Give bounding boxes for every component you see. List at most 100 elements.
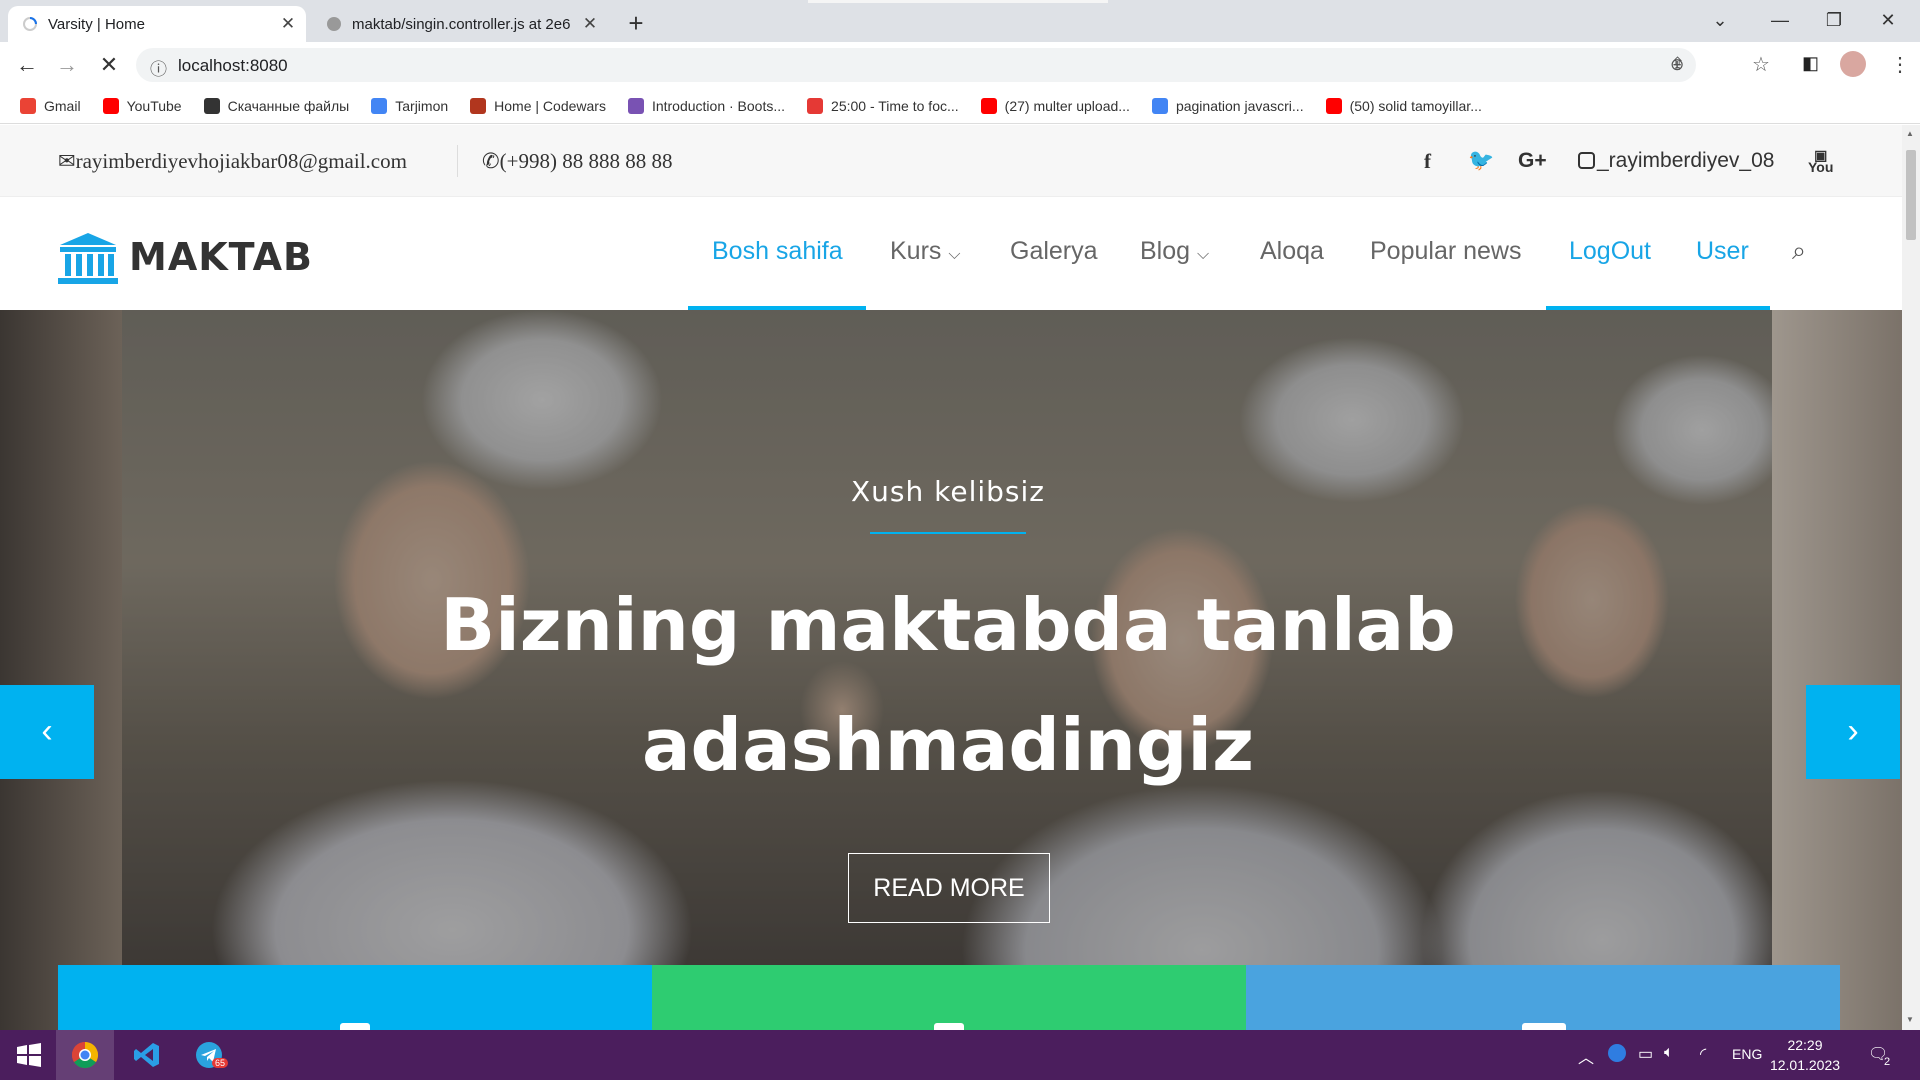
tray-app-icon[interactable] [1608, 1044, 1626, 1062]
close-tab-icon[interactable]: ✕ [276, 14, 300, 34]
nav-kurs-label: Kurs [890, 237, 942, 265]
bookmark-item[interactable]: Introduction · Boots... [627, 97, 786, 114]
bookmark-item[interactable]: 25:00 - Time to foc... [807, 97, 959, 114]
nav-blog[interactable]: Blog ⌵ [1140, 237, 1209, 266]
youtube-icon[interactable]: ▣ You [1808, 148, 1833, 174]
taskbar-chrome[interactable] [56, 1030, 114, 1080]
email-contact[interactable]: ✉rayimberdiyevhojiakbar08@gmail.com [58, 149, 407, 174]
scroll-down-arrow[interactable]: ▼ [1906, 1015, 1914, 1024]
info-icon[interactable]: ⓘ [150, 55, 167, 80]
hero-title: Bizning maktabda tanlab adashmadingiz [440, 583, 1456, 787]
feature-box-1[interactable] [58, 965, 652, 1030]
email-text: rayimberdiyevhojiakbar08@gmail.com [75, 149, 407, 173]
bookmark-item[interactable]: Скачанные файлы [203, 97, 350, 114]
tab-varsity-home[interactable]: Varsity | Home ✕ [8, 6, 306, 42]
nav-user[interactable]: User [1696, 237, 1749, 266]
envelope-icon: ✉ [58, 149, 76, 173]
twitter-icon[interactable]: 🐦 [1468, 149, 1494, 173]
bookmark-item[interactable]: Tarjimon [371, 97, 449, 114]
clock-time: 22:29 [1787, 1037, 1823, 1053]
facebook-icon[interactable]: f [1424, 149, 1431, 174]
profile-avatar[interactable] [1840, 51, 1866, 77]
tab-title: maktab/singin.controller.js at 2e6 [352, 15, 571, 33]
volume-icon[interactable]: 🔈︎ [1664, 1044, 1674, 1062]
new-tab-button[interactable]: + [620, 8, 652, 40]
tray-overflow-icon[interactable]: ︿ [1578, 1044, 1594, 1068]
battery-icon[interactable]: ▭ [1638, 1044, 1653, 1064]
prev-slide-preview [0, 310, 122, 1030]
url-text[interactable]: localhost:8080 [178, 56, 288, 76]
instagram-link[interactable]: _rayimberdiyev_08 [1578, 149, 1774, 173]
nav-logout[interactable]: LogOut [1569, 237, 1651, 266]
nav-kurs[interactable]: Kurs ⌵ [890, 237, 961, 266]
close-tab-icon[interactable]: ✕ [578, 14, 602, 34]
close-window-button[interactable]: ✕ [1860, 0, 1916, 40]
bookmark-star-icon[interactable]: ☆ [1752, 52, 1770, 77]
gmail-icon [20, 97, 36, 114]
feature-icon [1522, 1023, 1566, 1030]
nav-galerya[interactable]: Galerya [1010, 237, 1098, 266]
side-panel-icon[interactable]: ◧ [1802, 53, 1819, 74]
bookmark-item[interactable]: pagination javascri... [1151, 97, 1304, 114]
restore-button[interactable]: ❐ [1806, 0, 1862, 40]
system-clock[interactable]: 22:29 12.01.2023 [1765, 1035, 1845, 1075]
feature-icon [934, 1023, 964, 1030]
phone-contact[interactable]: ✆(+998) 88 888 88 88 [482, 149, 672, 174]
language-indicator[interactable]: ENG [1732, 1046, 1762, 1062]
nav-bosh-sahifa[interactable]: Bosh sahifa [712, 237, 843, 266]
address-bar[interactable]: ⓘ localhost:8080 ⊕ [136, 48, 1696, 82]
hero-subtitle: Xush kelibsiz [850, 475, 1045, 508]
feature-box-3[interactable] [1246, 965, 1840, 1030]
feature-box-2[interactable] [652, 965, 1246, 1030]
scrollbar-thumb[interactable] [1906, 150, 1916, 240]
google-plus-icon[interactable]: G+ [1518, 149, 1547, 173]
minimize-button[interactable]: — [1752, 0, 1808, 40]
translate-icon [371, 97, 388, 114]
browser-menu-icon[interactable]: ⋮ [1890, 52, 1910, 77]
site-logo[interactable]: MAKTAB [129, 235, 313, 279]
bookmark-item[interactable]: (27) multer upload... [980, 97, 1130, 114]
stop-loading-button[interactable]: ✕ [94, 50, 124, 80]
taskbar-telegram[interactable]: 65 [180, 1030, 238, 1080]
bookmark-item[interactable]: (50) solid tamoyillar... [1325, 97, 1482, 114]
windows-taskbar: 65 ︿ ▭ 🔈︎ ◜ ENG 22:29 12.01.2023 🗨︎ 2 [0, 1030, 1920, 1080]
prev-slide-button[interactable]: ‹ [0, 685, 94, 779]
scroll-up-arrow[interactable]: ▲ [1906, 129, 1914, 138]
youtube-icon [1325, 97, 1342, 114]
vscode-icon [134, 1043, 159, 1067]
bookmark-item[interactable]: YouTube [102, 97, 182, 114]
subtitle-underline [870, 532, 1026, 534]
bookmark-item[interactable]: Gmail [20, 97, 81, 114]
nav-blog-label: Blog [1140, 237, 1191, 265]
wifi-icon[interactable]: ◜ [1700, 1044, 1706, 1064]
pomodoro-icon [807, 97, 824, 114]
phone-icon: ✆ [482, 149, 500, 173]
nav-aloqa[interactable]: Aloqa [1260, 237, 1324, 266]
search-icon[interactable]: ⌕ [1792, 237, 1806, 266]
instagram-handle: _rayimberdiyev_08 [1597, 149, 1775, 172]
next-slide-button[interactable]: › [1806, 685, 1900, 779]
read-more-button[interactable]: READ MORE [848, 853, 1050, 923]
forward-button[interactable]: → [52, 50, 82, 80]
bookmark-label: Скачанные файлы [227, 97, 350, 114]
tab-title: Varsity | Home [48, 15, 145, 33]
tab-search-icon[interactable]: ⌄ [1692, 0, 1748, 40]
google-icon [1151, 97, 1168, 114]
taskbar-vscode[interactable] [118, 1030, 176, 1080]
bookmark-label: (27) multer upload... [1004, 97, 1130, 114]
bookmark-label: Introduction · Boots... [651, 97, 786, 114]
telegram-badge: 65 [212, 1058, 229, 1068]
nav-popular-news[interactable]: Popular news [1370, 237, 1521, 266]
page-scrollbar[interactable]: ▲ ▼ [1902, 125, 1920, 1030]
back-button[interactable]: ← [12, 50, 42, 80]
bookmark-label: Tarjimon [395, 97, 449, 114]
tab-github-file[interactable]: maktab/singin.controller.js at 2e6 ✕ [312, 6, 608, 42]
next-slide-preview [1772, 310, 1902, 1030]
chevron-down-icon: ⌵ [1197, 246, 1210, 263]
bookmark-item[interactable]: Home | Codewars [470, 97, 606, 114]
divider [457, 145, 458, 177]
windows-logo-icon [17, 1043, 41, 1067]
share-icon[interactable]: ⇪ [1670, 54, 1685, 75]
start-button[interactable] [0, 1030, 58, 1080]
youtube-icon [102, 97, 119, 114]
